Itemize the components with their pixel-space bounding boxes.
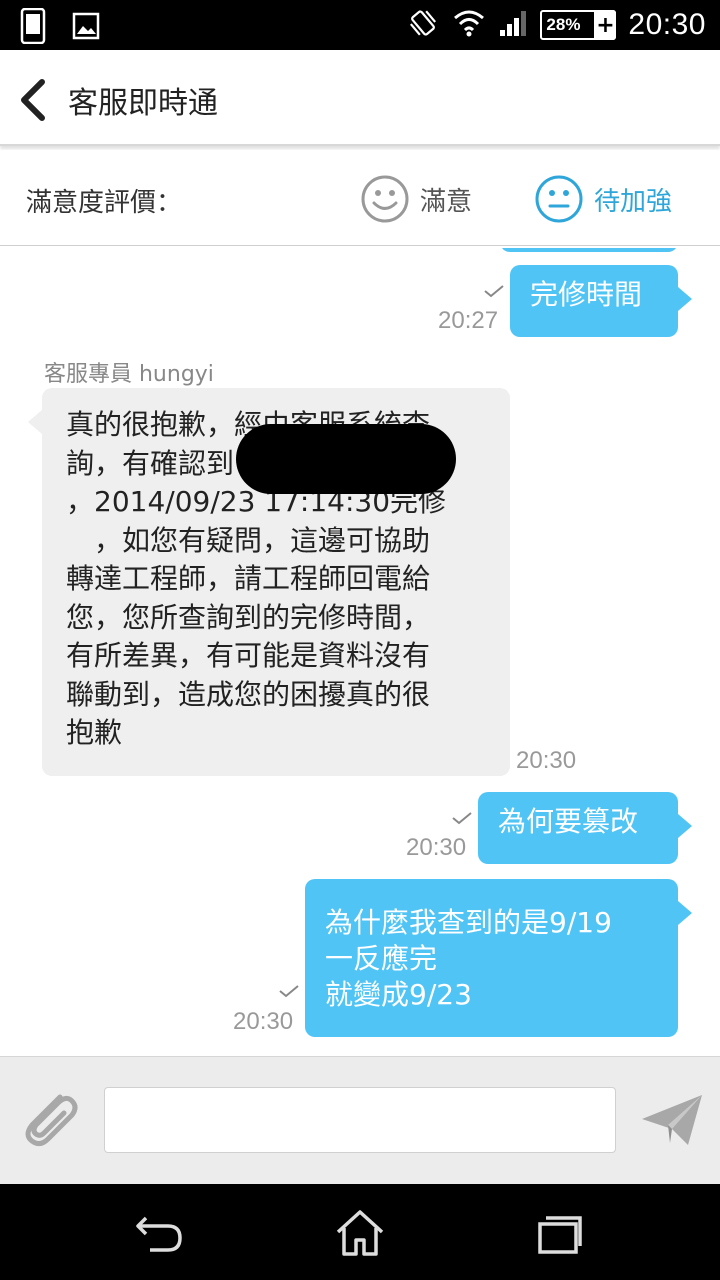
message-time: 20:30 [406,834,467,861]
battery-percent: 28% [546,15,581,34]
outgoing-message[interactable]: 為什麼我查到的是9/19 一反應完 就變成9/23 [305,879,692,1037]
outgoing-message[interactable]: 完修時間 [510,265,692,337]
app-header: 客服即時通 [0,50,720,146]
message-text-line: 一反應完 [325,942,438,975]
sender-name: 客服專員 hungyi [44,362,214,387]
satisfaction-rating-bar: 滿意度評價： 滿意 待加強 [0,150,720,246]
image-icon [72,8,100,48]
chevron-left-icon [21,79,45,121]
rating-needs-improvement-label: 待加強 [594,186,673,217]
nav-recents-button[interactable] [534,1210,586,1256]
rating-satisfied-button[interactable]: 滿意 [360,174,472,224]
read-check-icon [452,812,472,825]
home-icon [336,1210,384,1256]
send-button[interactable] [638,1091,706,1151]
phone-icon [20,7,46,48]
smiley-happy-icon [361,175,409,223]
nav-home-button[interactable] [334,1210,386,1256]
rating-satisfied-label: 滿意 [420,186,473,217]
outgoing-message[interactable]: 為何要篡改 [478,792,692,864]
message-time: 20:30 [233,1008,294,1035]
chat-messages[interactable]: 20:27 完修時間 客服專員 hungyi 真的很抱歉，經由客服系統查 詢，有… [0,248,720,1056]
back-nav-icon [136,1216,182,1252]
nav-back-button[interactable] [132,1210,184,1256]
signal-icon [498,8,528,42]
attach-button[interactable] [16,1083,84,1153]
read-check-icon [484,285,504,298]
vibrate-icon [406,6,440,44]
message-time: 20:27 [438,307,499,334]
message-text-line: 就變成9/23 [325,978,472,1011]
back-button[interactable] [14,78,54,122]
smiley-neutral-icon [535,175,583,223]
rating-needs-improvement-button[interactable]: 待加強 [534,174,672,224]
recents-icon [538,1216,582,1254]
page-title: 客服即時通 [68,86,218,121]
message-text: 完修時間 [530,278,643,311]
status-bar: 28% + 20:30 [0,0,720,50]
partial-message-bubble [500,248,678,252]
wifi-icon [452,8,486,42]
battery-icon: 28% + [540,10,617,40]
message-input[interactable] [104,1087,616,1153]
send-icon [642,1095,702,1145]
message-time: 20:30 [516,747,577,774]
rating-label: 滿意度評價： [26,188,183,218]
read-check-icon [279,985,299,998]
system-nav-bar [0,1184,720,1280]
message-input-bar [0,1056,720,1184]
message-text: 為何要篡改 [498,805,639,838]
message-text-line: 為什麼我查到的是9/19 [325,906,612,939]
status-time: 20:30 [628,8,706,41]
redaction-mark [236,424,456,494]
paperclip-icon [25,1094,78,1147]
